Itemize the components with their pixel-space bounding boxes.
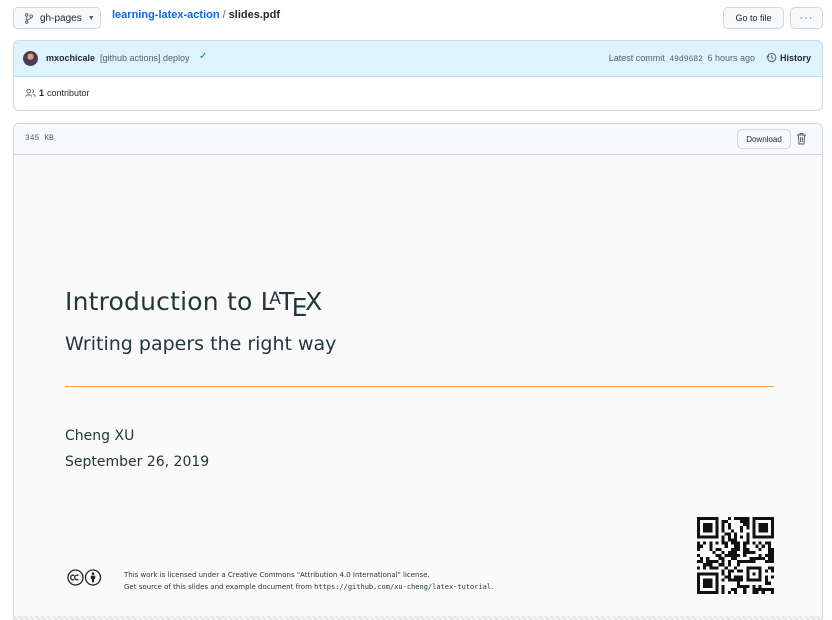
qr-code — [697, 517, 774, 594]
download-button[interactable]: Download — [737, 129, 791, 149]
commit-time: 6 hours ago — [707, 53, 755, 63]
file-viewer: 345 KB Download Introduction to LATEX Wr… — [13, 123, 823, 620]
git-branch-icon — [24, 12, 34, 24]
breadcrumb-repo-link[interactable]: learning-latex-action — [112, 9, 220, 21]
license-notice: This work is licensed under a Creative C… — [124, 569, 493, 593]
latest-commit-label: Latest commit — [608, 53, 665, 63]
trash-icon[interactable] — [796, 132, 807, 145]
slide-title: Introduction to LATEX — [65, 287, 322, 322]
latest-commit-info: Latest commit 49d9682 6 hours ago — [609, 53, 755, 64]
history-link[interactable]: History — [766, 52, 811, 63]
more-options-button[interactable]: ··· — [790, 7, 823, 29]
source-line: Get source of this slides and example do… — [124, 583, 494, 591]
latex-logo: LATEX — [260, 287, 323, 322]
branch-name: gh-pages — [40, 12, 82, 24]
license-line: This work is licensed under a Creative C… — [124, 571, 430, 579]
commit-header: mxochicale [github actions] deploy ✓ Lat… — [14, 41, 822, 77]
latest-commit-box: mxochicale [github actions] deploy ✓ Lat… — [13, 40, 823, 111]
pdf-slide-preview: Introduction to LATEX Writing papers the… — [14, 155, 822, 620]
kebab-horizontal-icon: ··· — [799, 12, 814, 24]
commit-message-link[interactable]: [github actions] deploy — [100, 53, 190, 63]
slide-date: September 26, 2019 — [65, 454, 210, 470]
slide-divider — [65, 386, 774, 387]
source-url: https://github.com/xu-cheng/latex-tutori… — [314, 583, 492, 591]
creative-commons-by-icon — [67, 569, 102, 586]
people-icon — [25, 88, 36, 97]
history-label: History — [779, 52, 811, 63]
file-header: 345 KB Download — [14, 124, 822, 155]
history-icon — [766, 52, 777, 63]
contributors-label: contributor — [47, 88, 90, 98]
breadcrumb-file-name: slides.pdf — [228, 9, 280, 21]
preview-bottom-edge — [14, 616, 822, 620]
commit-author-link[interactable]: mxochicale — [46, 53, 95, 63]
slide-title-prefix: Introduction to — [65, 287, 253, 316]
slide-subtitle: Writing papers the right way — [65, 333, 337, 355]
check-icon[interactable]: ✓ — [199, 51, 207, 62]
breadcrumb: learning-latex-action / slides.pdf — [112, 9, 280, 21]
contributors-row[interactable]: 1 contributor — [25, 88, 90, 98]
file-size: 345 KB — [25, 134, 54, 143]
commit-sha-link[interactable]: 49d9682 — [669, 55, 703, 64]
go-to-file-button[interactable]: Go to file — [723, 7, 784, 29]
breadcrumb-separator: / — [222, 9, 226, 21]
contributors-count: 1 — [39, 88, 45, 98]
file-navigation: gh-pages ▼ learning-latex-action / slides.… — [13, 7, 823, 29]
caret-down-icon: ▼ — [87, 14, 95, 22]
avatar[interactable] — [23, 51, 38, 66]
slide-author: Cheng XU — [65, 428, 135, 444]
branch-selector-button[interactable]: gh-pages ▼ — [13, 7, 101, 29]
